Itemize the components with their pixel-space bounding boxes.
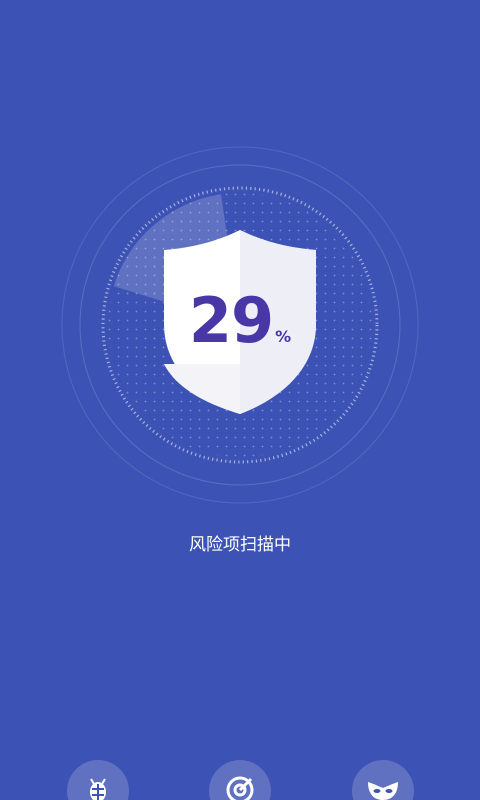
- bug-icon: [90, 778, 106, 800]
- target-icon: [226, 776, 254, 800]
- progress-unit: %: [275, 327, 292, 346]
- progress-value: 29: [188, 284, 274, 357]
- target-scan-button[interactable]: [209, 760, 271, 800]
- privacy-mask-button[interactable]: [352, 760, 414, 800]
- mask-icon: [368, 782, 398, 800]
- shield-progress: 29%: [162, 228, 318, 416]
- scan-status-text: 风险项扫描中: [189, 535, 291, 555]
- bug-scan-button[interactable]: [67, 760, 129, 800]
- progress-readout: 29%: [162, 284, 318, 357]
- virus-scan-screen: 29% 风险项扫描中: [0, 0, 480, 800]
